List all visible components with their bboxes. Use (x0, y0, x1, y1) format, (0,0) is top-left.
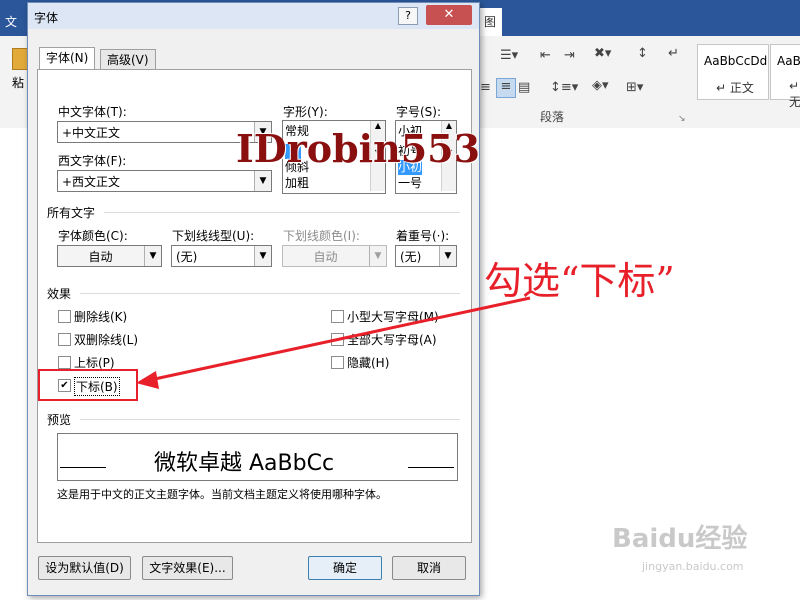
watermark-text: IDrobin553 (236, 126, 481, 171)
baidu-url: jingyan.baidu.com (642, 560, 744, 573)
annotation-arrow (136, 296, 531, 389)
annotation-text: 勾选“下标” (484, 259, 675, 303)
baidu-logo: Baidu经验 (612, 524, 748, 554)
